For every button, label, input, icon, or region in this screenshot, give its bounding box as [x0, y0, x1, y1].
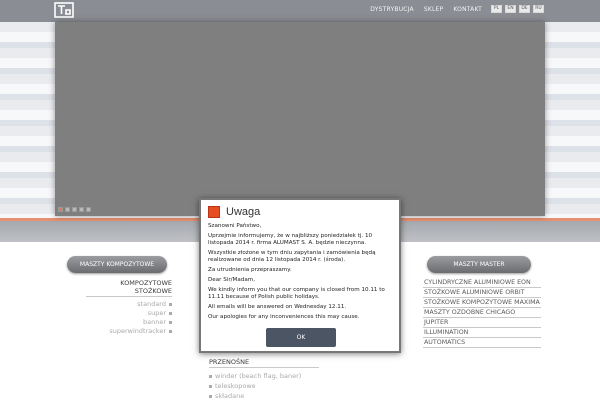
nav-link-dystrybucja[interactable]: DYSTRYBUCJA — [370, 6, 414, 13]
list-item[interactable]: STOŻKOWE ALUMINIOWE ORBIT — [423, 288, 541, 298]
list-item[interactable]: superwindtracker — [86, 327, 172, 336]
warning-icon — [208, 206, 220, 218]
slider-dot[interactable] — [86, 207, 91, 212]
notice-dialog: Uwaga Szanowni Państwo, Uprzejmie inform… — [199, 198, 401, 353]
lang-pl[interactable]: PL — [491, 5, 502, 13]
bullet-icon — [169, 329, 172, 333]
language-switcher: PL EN DE RU — [491, 5, 544, 13]
dialog-text: We kindly inform you that our company is… — [208, 287, 385, 300]
list-item[interactable]: CYLINDRYCZNE ALUMINIOWE EON — [423, 278, 541, 288]
maszty-master-button[interactable]: MASZTY MASTER — [427, 256, 531, 273]
dialog-text: Uprzejmie informujemy, że w najbliższy p… — [208, 233, 373, 246]
nav-link-kontakt[interactable]: KONTAKT — [453, 6, 482, 13]
bullet-icon — [169, 302, 172, 306]
bullet-icon — [209, 374, 212, 378]
lang-en[interactable]: EN — [505, 5, 516, 13]
list-item[interactable]: winder (beach flag, baner) — [209, 371, 319, 381]
dialog-title: Uwaga — [226, 206, 261, 218]
nav-link-sklep[interactable]: SKLEP — [424, 6, 444, 13]
menu-group-title[interactable]: PRZENOŚNE — [209, 358, 319, 368]
lang-de[interactable]: DE — [519, 5, 530, 13]
dialog-header: Uwaga — [208, 206, 392, 218]
bullet-icon — [209, 394, 212, 398]
dialog-text: Wszystkie złożone w tym dniu zapytania i… — [208, 250, 376, 263]
dialog-text: Za utrudnienia przepraszamy. — [208, 267, 292, 273]
dialog-text: Dear Sir/Madam, — [208, 277, 256, 283]
top-bar: DYSTRYBUCJA SKLEP KONTAKT PL EN DE RU — [0, 0, 600, 22]
bullet-icon — [169, 311, 172, 315]
bullet-icon — [169, 320, 172, 324]
list-item[interactable]: składane — [209, 391, 319, 400]
list-item[interactable]: MASZTY OZDOBNE CHICAGO — [423, 308, 541, 318]
maszty-kompozytowe-button[interactable]: MASZTY KOMPOZYTOWE — [67, 256, 167, 273]
dialog-text: Our apologies for any inconveniences thi… — [208, 314, 360, 320]
list-item[interactable]: JUPITER — [423, 318, 541, 328]
list-item[interactable]: super — [86, 309, 172, 318]
list-item[interactable]: banner — [86, 318, 172, 327]
logo-icon[interactable] — [54, 2, 74, 18]
ok-button[interactable]: OK — [266, 328, 336, 347]
slider-pagination — [58, 207, 91, 212]
list-item[interactable]: teleskopowe — [209, 381, 319, 391]
middle-menu: PRZENOŚNE winder (beach flag, baner) tel… — [209, 358, 319, 400]
list-item[interactable]: AUTOMATICS — [423, 338, 541, 348]
slider-dot[interactable] — [65, 207, 70, 212]
list-item[interactable]: STOŻKOWE KOMPOZYTOWE MAXIMA — [423, 298, 541, 308]
dialog-text: Szanowni Państwo, — [208, 223, 262, 229]
slider-dot[interactable] — [79, 207, 84, 212]
dialog-text: All emails will be answered on Wednesday… — [208, 304, 347, 310]
list-item[interactable]: standard — [86, 300, 172, 309]
top-nav: DYSTRYBUCJA SKLEP KONTAKT — [370, 6, 482, 13]
list-item[interactable]: ILLUMINATION — [423, 328, 541, 338]
slider-dot[interactable] — [72, 207, 77, 212]
bullet-icon — [209, 384, 212, 388]
menu-group-title[interactable]: KOMPOZYTOWE STOŻKOWE — [86, 279, 172, 297]
slider-dot[interactable] — [58, 207, 63, 212]
lang-ru[interactable]: RU — [533, 5, 544, 13]
left-menu: KOMPOZYTOWE STOŻKOWE standard super bann… — [86, 279, 172, 336]
hero-slider[interactable] — [55, 22, 545, 216]
right-menu: CYLINDRYCZNE ALUMINIOWE EON STOŻKOWE ALU… — [423, 278, 541, 348]
